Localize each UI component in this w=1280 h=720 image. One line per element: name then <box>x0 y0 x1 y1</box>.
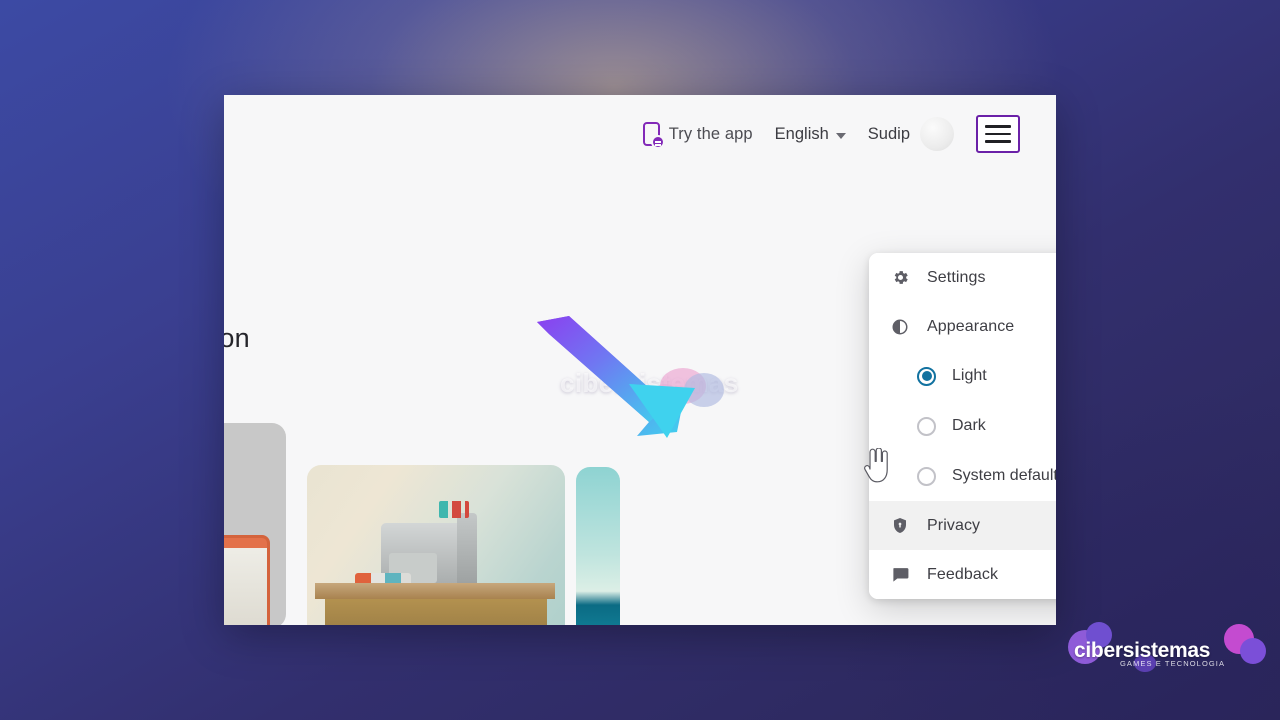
gallery-card-ocean[interactable] <box>576 467 620 625</box>
page-title: nion <box>224 323 250 353</box>
page-topbar: Try the app English Sudip <box>224 95 1056 173</box>
radio-light[interactable] <box>917 366 936 386</box>
menu-item-privacy[interactable]: Privacy <box>869 501 1056 550</box>
menu-item-appearance[interactable]: Appearance <box>869 302 1056 351</box>
user-account-button[interactable]: Sudip <box>868 117 954 151</box>
hamburger-bar <box>985 132 1011 136</box>
menu-item-privacy-label: Privacy <box>927 516 981 534</box>
annotation-arrow <box>537 316 695 438</box>
mouse-cursor <box>864 448 888 483</box>
radio-dark[interactable] <box>917 416 936 436</box>
gallery-card-sewing-machine[interactable] <box>307 465 565 625</box>
theme-option-system-default[interactable]: System default <box>869 451 1056 501</box>
contrast-icon <box>891 318 917 336</box>
theme-option-light-label: Light <box>952 367 987 384</box>
try-the-app-button[interactable]: Try the app <box>642 122 753 149</box>
menu-item-feedback[interactable]: Feedback <box>869 550 1056 599</box>
language-label: English <box>774 124 829 143</box>
sewing-table-top <box>315 583 555 599</box>
hamburger-bar <box>985 125 1011 128</box>
radio-system-default[interactable] <box>917 466 936 486</box>
theme-option-dark[interactable]: Dark <box>869 401 1056 451</box>
try-the-app-label: Try the app <box>668 124 753 143</box>
menu-item-settings-label: Settings <box>927 268 986 286</box>
desktop-background: nion Try the app English <box>0 0 1280 720</box>
logo-subtitle: GAMES E TECNOLOGIA <box>1120 659 1226 668</box>
main-dropdown-menu: Settings Appearance Light Dark System de… <box>869 253 1056 599</box>
hamburger-bar <box>985 140 1011 143</box>
theme-option-system-default-label: System default <box>952 467 1056 484</box>
thread-spools <box>439 501 469 518</box>
sewing-machine-arm <box>457 513 477 591</box>
menu-item-appearance-label: Appearance <box>927 317 1015 335</box>
sewing-table-body <box>325 599 547 625</box>
gear-icon <box>891 268 917 287</box>
theme-option-dark-label: Dark <box>952 417 986 434</box>
comment-icon <box>891 565 917 584</box>
phone-chat-icon <box>642 122 665 149</box>
chevron-down-icon <box>835 132 846 139</box>
shield-lock-icon <box>891 516 917 535</box>
theme-option-light[interactable]: Light <box>869 351 1056 401</box>
gallery-card-left[interactable] <box>224 423 286 625</box>
menu-item-feedback-label: Feedback <box>927 565 999 583</box>
menu-item-settings[interactable]: Settings <box>869 253 1056 302</box>
user-name-label: Sudip <box>867 124 910 143</box>
cibersistemas-logo: cibersistemas GAMES E TECNOLOGIA <box>1068 622 1266 672</box>
avatar[interactable] <box>920 117 954 151</box>
logo-text: cibersistemas <box>1074 638 1211 662</box>
hamburger-menu-button[interactable] <box>976 115 1020 153</box>
language-selector[interactable]: English <box>775 125 846 144</box>
